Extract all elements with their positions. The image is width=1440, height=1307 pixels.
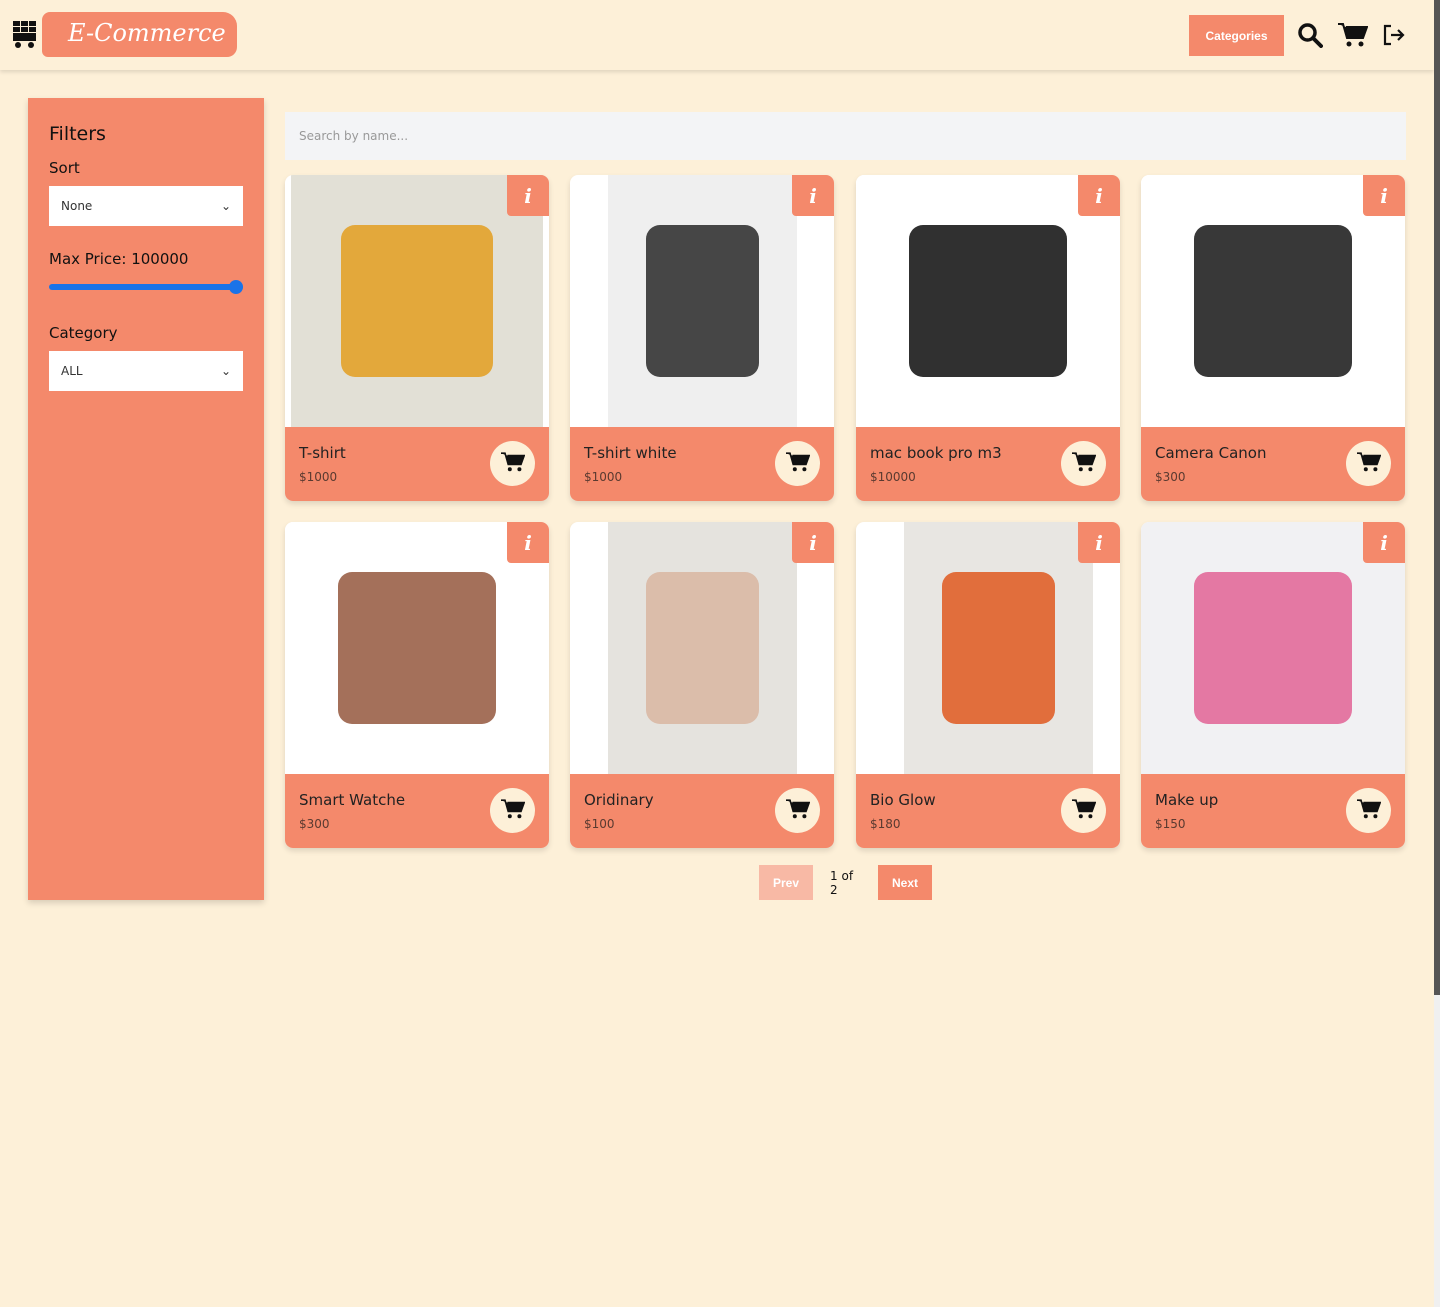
cart-icon (1356, 798, 1381, 823)
product-shape (645, 225, 760, 377)
product-shape (908, 225, 1068, 377)
add-to-cart-button[interactable] (1346, 441, 1391, 486)
product-shape (645, 572, 760, 724)
card-footer: Smart Watche $300 (285, 774, 549, 848)
chevron-down-icon: ⌄ (220, 364, 231, 378)
product-name[interactable]: Oridinary (584, 791, 654, 809)
card-footer: T-shirt $1000 (285, 427, 549, 501)
logo[interactable]: E-Commerce (42, 12, 237, 57)
add-to-cart-button[interactable] (1061, 788, 1106, 833)
product-card[interactable]: i Camera Canon $300 (1141, 175, 1405, 501)
cart-icon (785, 451, 810, 476)
product-price: $150 (1155, 817, 1186, 831)
categories-button[interactable]: Categories (1189, 15, 1284, 56)
product-name[interactable]: Bio Glow (870, 791, 936, 809)
product-shape (337, 572, 497, 724)
info-button[interactable]: i (507, 522, 549, 563)
card-footer: Camera Canon $300 (1141, 427, 1405, 501)
category-select[interactable]: ALL ⌄ (49, 351, 243, 391)
card-footer: T-shirt white $1000 (570, 427, 834, 501)
product-image[interactable] (608, 175, 797, 427)
product-shape (1193, 225, 1353, 377)
product-shape (341, 225, 493, 377)
search-icon[interactable] (1297, 22, 1323, 48)
product-name[interactable]: mac book pro m3 (870, 444, 1002, 462)
filters-sidebar: Filters Sort None ⌄ Max Price: 100000 Cat… (28, 98, 264, 900)
product-price: $100 (584, 817, 615, 831)
product-shape (1193, 572, 1353, 724)
product-name[interactable]: Camera Canon (1155, 444, 1267, 462)
product-card[interactable]: i Bio Glow $180 (856, 522, 1120, 848)
max-price-label: Max Price: 100000 (49, 250, 189, 268)
product-shape (941, 572, 1056, 724)
card-footer: Oridinary $100 (570, 774, 834, 848)
product-card[interactable]: i Smart Watche $300 (285, 522, 549, 848)
product-price: $1000 (584, 470, 623, 484)
cart-icon[interactable] (1338, 22, 1368, 48)
product-price: $10000 (870, 470, 916, 484)
info-button[interactable]: i (1078, 175, 1120, 216)
add-to-cart-button[interactable] (490, 441, 535, 486)
sort-label: Sort (49, 159, 80, 177)
cart-icon (1356, 451, 1381, 476)
scrollbar[interactable] (1434, 0, 1440, 1307)
product-name[interactable]: Make up (1155, 791, 1218, 809)
product-image[interactable] (608, 522, 797, 774)
card-footer: Bio Glow $180 (856, 774, 1120, 848)
slider-thumb[interactable] (229, 280, 243, 294)
header: E-Commerce Categories (0, 0, 1434, 70)
page-status: 1 of 2 (830, 868, 854, 897)
product-price: $300 (1155, 470, 1186, 484)
pagination: Prev 1 of 2 Next (759, 865, 932, 900)
cart-icon (785, 798, 810, 823)
product-price: $1000 (299, 470, 338, 484)
chevron-down-icon: ⌄ (220, 199, 231, 213)
cart-icon (1071, 798, 1096, 823)
slider-track[interactable] (49, 284, 243, 290)
info-button[interactable]: i (507, 175, 549, 216)
cart-icon (500, 451, 525, 476)
product-price: $300 (299, 817, 330, 831)
logout-icon[interactable] (1382, 22, 1406, 48)
card-footer: Make up $150 (1141, 774, 1405, 848)
category-value: ALL (61, 364, 83, 378)
product-card[interactable]: i mac book pro m3 $10000 (856, 175, 1120, 501)
prev-button[interactable]: Prev (759, 865, 814, 900)
sort-select[interactable]: None ⌄ (49, 186, 243, 226)
next-button[interactable]: Next (877, 865, 932, 900)
product-price: $180 (870, 817, 901, 831)
category-label: Category (49, 324, 118, 342)
add-to-cart-button[interactable] (1346, 788, 1391, 833)
add-to-cart-button[interactable] (775, 441, 820, 486)
product-name[interactable]: T-shirt white (584, 444, 677, 462)
cart-icon (500, 798, 525, 823)
info-button[interactable]: i (1078, 522, 1120, 563)
product-card[interactable]: i Oridinary $100 (570, 522, 834, 848)
info-button[interactable]: i (792, 522, 834, 563)
search-input[interactable]: Search by name... (285, 112, 1406, 160)
product-image[interactable] (291, 175, 543, 427)
filters-title: Filters (49, 123, 106, 145)
shopping-cart-logo-icon (13, 21, 36, 48)
scrollbar-thumb[interactable] (1434, 0, 1440, 995)
product-image[interactable] (904, 522, 1093, 774)
product-card[interactable]: i Make up $150 (1141, 522, 1405, 848)
add-to-cart-button[interactable] (490, 788, 535, 833)
product-name[interactable]: Smart Watche (299, 791, 405, 809)
card-footer: mac book pro m3 $10000 (856, 427, 1120, 501)
cart-icon (1071, 451, 1096, 476)
product-card[interactable]: i T-shirt white $1000 (570, 175, 834, 501)
max-price-slider[interactable] (49, 280, 243, 294)
product-name[interactable]: T-shirt (299, 444, 346, 462)
product-card[interactable]: i T-shirt $1000 (285, 175, 549, 501)
info-button[interactable]: i (1363, 175, 1405, 216)
info-button[interactable]: i (792, 175, 834, 216)
info-button[interactable]: i (1363, 522, 1405, 563)
sort-value: None (61, 199, 93, 213)
add-to-cart-button[interactable] (775, 788, 820, 833)
add-to-cart-button[interactable] (1061, 441, 1106, 486)
